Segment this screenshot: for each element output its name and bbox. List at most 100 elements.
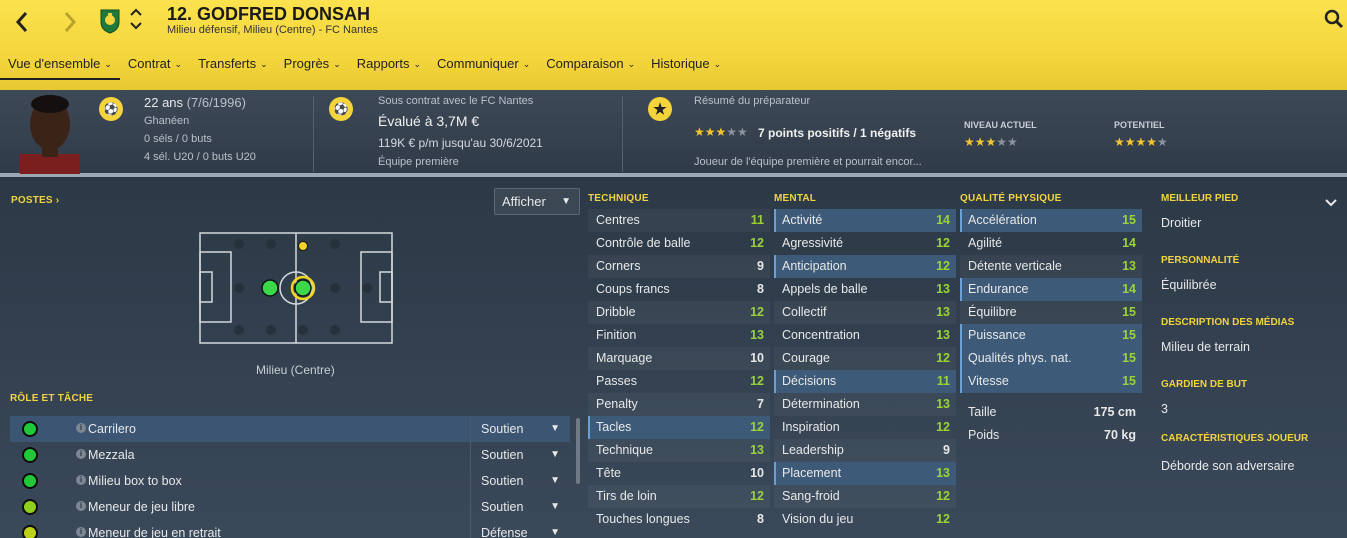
chevron-down-icon: ⌄ — [174, 59, 183, 69]
attribute-value: 12 — [936, 489, 950, 503]
info-icon[interactable]: i — [76, 475, 86, 485]
player-caps: 0 séls / 0 buts — [144, 133, 212, 145]
attribute-row[interactable]: Activité 14 — [774, 209, 956, 232]
attribute-row[interactable]: Qualités phys. nat. 15 — [960, 347, 1142, 370]
attribute-row[interactable]: Décisions 11 — [774, 370, 956, 393]
attribute-row[interactable]: Dribble 12 — [588, 301, 770, 324]
role-name: Carrilero — [88, 422, 136, 436]
attribute-row[interactable]: Tacles 12 — [588, 416, 770, 439]
attribute-value: 8 — [757, 282, 764, 296]
attribute-row[interactable]: Équilibre 15 — [960, 301, 1142, 324]
attribute-value: 15 — [1122, 305, 1136, 319]
attribute-row[interactable]: Passes 12 — [588, 370, 770, 393]
info-collapse-icon[interactable] — [1325, 195, 1337, 210]
attribute-label: Courage — [782, 351, 830, 365]
current-ability-stars: ★★★★★ — [964, 135, 1018, 149]
tab-3[interactable]: Progrès ⌄ — [276, 56, 349, 80]
tab-4[interactable]: Rapports ⌄ — [349, 56, 429, 80]
role-row[interactable]: i Meneur de jeu en retrait Défense ▼ — [10, 520, 570, 538]
up-icon[interactable] — [129, 6, 143, 18]
attribute-row[interactable]: Technique 13 — [588, 439, 770, 462]
attribute-row[interactable]: Contrôle de balle 12 — [588, 232, 770, 255]
attribute-row[interactable]: Leadership 9 — [774, 439, 956, 462]
role-row[interactable]: i Carrilero Soutien ▼ — [10, 416, 570, 442]
attribute-row[interactable]: Vitesse 15 — [960, 370, 1142, 393]
attribute-value: 14 — [1122, 282, 1136, 296]
attribute-row[interactable]: Collectif 13 — [774, 301, 956, 324]
search-icon[interactable] — [1323, 8, 1345, 30]
tab-1[interactable]: Contrat ⌄ — [120, 56, 190, 80]
duty-select[interactable]: Soutien ▼ — [470, 494, 570, 520]
attribute-label: Sang-froid — [782, 489, 840, 503]
tab-6[interactable]: Comparaison ⌄ — [538, 56, 643, 80]
tab-label: Contrat — [127, 56, 171, 71]
attribute-value: 12 — [936, 351, 950, 365]
attribute-value: 12 — [750, 374, 764, 388]
attribute-row[interactable]: Anticipation 12 — [774, 255, 956, 278]
player-age: 22 ans — [144, 95, 184, 110]
info-icon[interactable]: i — [76, 449, 86, 459]
attribute-label: Concentration — [782, 328, 860, 342]
attribute-label: Corners — [596, 259, 641, 273]
attribute-row[interactable]: Détente verticale 13 — [960, 255, 1142, 278]
attribute-row[interactable]: Accélération 15 — [960, 209, 1142, 232]
duty-select[interactable]: Soutien ▼ — [470, 442, 570, 468]
info-icon[interactable]: i — [76, 501, 86, 511]
current-ability-label: NIVEAU ACTUEL — [964, 120, 1037, 130]
role-row[interactable]: i Mezzala Soutien ▼ — [10, 442, 570, 468]
attribute-label: Décisions — [782, 374, 837, 388]
divider — [622, 96, 623, 172]
height-value: 175 cm — [1093, 405, 1136, 419]
position-dot-secondary — [298, 241, 308, 251]
attribute-row[interactable]: Placement 13 — [774, 462, 956, 485]
forward-icon[interactable] — [58, 8, 82, 36]
show-dropdown[interactable]: Afficher ▼ — [494, 188, 580, 215]
attribute-row[interactable]: Inspiration 12 — [774, 416, 956, 439]
attribute-row[interactable]: Agilité 14 — [960, 232, 1142, 255]
attribute-label: Marquage — [596, 351, 653, 365]
attribute-row[interactable]: Marquage 10 — [588, 347, 770, 370]
attribute-row[interactable]: Détermination 13 — [774, 393, 956, 416]
attribute-value: 10 — [750, 351, 764, 365]
tab-0[interactable]: Vue d'ensemble ⌄ — [0, 56, 120, 80]
tab-2[interactable]: Transferts ⌄ — [190, 56, 276, 80]
role-row[interactable]: i Meneur de jeu libre Soutien ▼ — [10, 494, 570, 520]
attribute-label: Vitesse — [968, 374, 1009, 388]
attribute-row[interactable]: Coups francs 8 — [588, 278, 770, 301]
show-dropdown-label: Afficher — [502, 194, 546, 209]
back-icon[interactable] — [10, 8, 34, 36]
attribute-row[interactable]: Tête 10 — [588, 462, 770, 485]
attribute-row[interactable]: Sang-froid 12 — [774, 485, 956, 508]
positions-title[interactable]: POSTES › — [11, 195, 59, 206]
position-label: Milieu (Centre) — [256, 363, 335, 377]
attribute-row[interactable]: Concentration 13 — [774, 324, 956, 347]
attribute-row[interactable]: Finition 13 — [588, 324, 770, 347]
attribute-row[interactable]: Vision du jeu 12 — [774, 508, 956, 531]
attribute-row[interactable]: Touches longues 8 — [588, 508, 770, 531]
attribute-row[interactable]: Endurance 14 — [960, 278, 1142, 301]
attribute-row[interactable]: Tirs de loin 12 — [588, 485, 770, 508]
attribute-row[interactable]: Courage 12 — [774, 347, 956, 370]
player-nationality: Ghanéen — [144, 115, 190, 127]
star-badge-icon: ★ — [648, 97, 672, 121]
attribute-row[interactable]: Agressivité 12 — [774, 232, 956, 255]
attribute-value: 12 — [750, 489, 764, 503]
attribute-label: Qualités phys. nat. — [968, 351, 1072, 365]
role-row[interactable]: i Milieu box to box Soutien ▼ — [10, 468, 570, 494]
tab-5[interactable]: Communiquer ⌄ — [429, 56, 538, 80]
duty-select[interactable]: Soutien ▼ — [470, 416, 570, 442]
info-icon[interactable]: i — [76, 423, 86, 433]
duty-select[interactable]: Soutien ▼ — [470, 468, 570, 494]
attribute-row[interactable]: Puissance 15 — [960, 324, 1142, 347]
attribute-row[interactable]: Centres 11 — [588, 209, 770, 232]
attribute-row[interactable]: Penalty 7 — [588, 393, 770, 416]
info-icon[interactable]: i — [76, 527, 86, 537]
attribute-value: 9 — [757, 259, 764, 273]
down-icon[interactable] — [129, 20, 143, 32]
roles-scrollbar[interactable] — [576, 418, 580, 484]
attribute-row[interactable]: Appels de balle 13 — [774, 278, 956, 301]
attribute-row[interactable]: Corners 9 — [588, 255, 770, 278]
duty-select[interactable]: Défense ▼ — [470, 520, 570, 538]
coach-report-title: Résumé du préparateur — [694, 95, 811, 107]
tab-7[interactable]: Historique ⌄ — [643, 56, 729, 80]
